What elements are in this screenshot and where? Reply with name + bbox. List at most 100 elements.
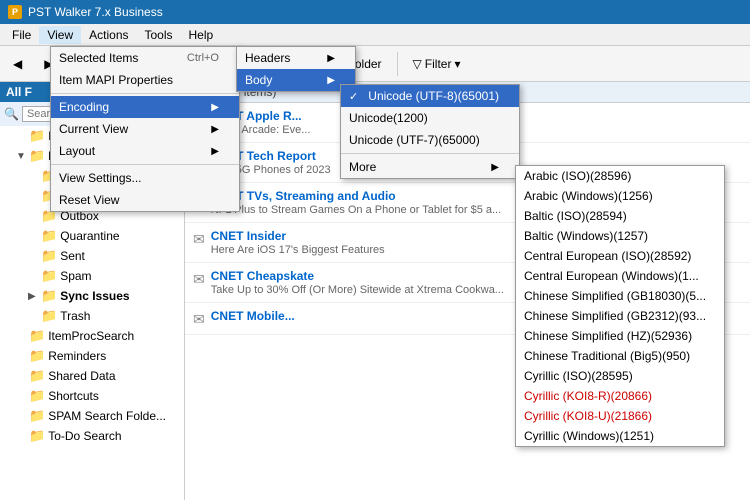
back-button[interactable]: ◀ bbox=[4, 53, 31, 75]
more-item-ce-iso[interactable]: Central European (ISO)(28592) bbox=[516, 246, 724, 266]
menu-layout[interactable]: Layout ▶ bbox=[51, 140, 239, 162]
more-item-label: Chinese Simplified (GB2312)(93... bbox=[524, 309, 706, 323]
more-item-label: Chinese Traditional (Big5)(950) bbox=[524, 349, 690, 363]
folder-icon: 📁 bbox=[29, 148, 45, 164]
unicode1200-label: Unicode(1200) bbox=[349, 111, 428, 125]
sidebar-item-shared-data[interactable]: 📁 Shared Data bbox=[0, 366, 184, 386]
more-item-label: Arabic (ISO)(28596) bbox=[524, 169, 631, 183]
app-title: PST Walker 7.x Business bbox=[28, 5, 163, 19]
sidebar-item-reminders[interactable]: 📁 Reminders bbox=[0, 346, 184, 366]
headers-label: Headers bbox=[245, 51, 290, 65]
more-item-label: Central European (ISO)(28592) bbox=[524, 249, 691, 263]
more-item-label: Baltic (ISO)(28594) bbox=[524, 209, 627, 223]
menu-actions[interactable]: Actions bbox=[81, 26, 136, 44]
menu-view-settings[interactable]: View Settings... bbox=[51, 167, 239, 189]
filter-button[interactable]: ▽ Filter ▾ bbox=[404, 53, 470, 75]
menu-bar: File View Actions Tools Help bbox=[0, 24, 750, 46]
folder-icon: 📁 bbox=[41, 268, 57, 284]
menu-utf8[interactable]: ✓ Unicode (UTF-8)(65001) bbox=[341, 85, 519, 107]
sidebar-item-spam-search[interactable]: 📁 SPAM Search Folde... bbox=[0, 406, 184, 426]
menu-body[interactable]: Body ▶ bbox=[237, 69, 355, 91]
menu-sep-1 bbox=[51, 93, 239, 94]
menu-reset-view[interactable]: Reset View bbox=[51, 189, 239, 211]
more-item-label: Cyrillic (ISO)(28595) bbox=[524, 369, 633, 383]
more-submenu[interactable]: Arabic (ISO)(28596) Arabic (Windows)(125… bbox=[515, 165, 725, 447]
filter-label: Filter bbox=[425, 57, 452, 71]
more-item-ce-win[interactable]: Central European (Windows)(1... bbox=[516, 266, 724, 286]
more-item-cyr-koi8r[interactable]: Cyrillic (KOI8-R)(20866) bbox=[516, 386, 724, 406]
more-item-cn-gb18030[interactable]: Chinese Simplified (GB18030)(5... bbox=[516, 286, 724, 306]
folder-icon: 📁 bbox=[29, 408, 45, 424]
folder-icon: 📁 bbox=[29, 348, 45, 364]
folder-icon: 📁 bbox=[41, 288, 57, 304]
folder-icon: 📁 bbox=[29, 428, 45, 444]
more-item-cn-hz[interactable]: Chinese Simplified (HZ)(52936) bbox=[516, 326, 724, 346]
utf7-label: Unicode (UTF-7)(65000) bbox=[349, 133, 480, 147]
sidebar-item-itemprocsearch[interactable]: 📁 ItemProcSearch bbox=[0, 326, 184, 346]
sidebar-item-label: SPAM Search Folde... bbox=[48, 409, 166, 423]
sidebar-item-quarantine[interactable]: 📁 Quarantine bbox=[0, 226, 184, 246]
more-item-cyr-win[interactable]: Cyrillic (Windows)(1251) bbox=[516, 426, 724, 446]
sidebar-item-label: Shared Data bbox=[48, 369, 115, 383]
more-item-cyr-iso[interactable]: Cyrillic (ISO)(28595) bbox=[516, 366, 724, 386]
expand-icon: ▶ bbox=[28, 291, 38, 302]
menu-headers[interactable]: Headers ▶ bbox=[237, 47, 355, 69]
expand-icon: ▼ bbox=[16, 151, 26, 162]
sidebar-item-sent[interactable]: 📁 Sent bbox=[0, 246, 184, 266]
submenu-arrow-icon: ▶ bbox=[327, 75, 335, 86]
menu-unicode1200[interactable]: Unicode(1200) bbox=[341, 107, 519, 129]
layout-label: Layout bbox=[59, 144, 95, 158]
folder-icon: 📁 bbox=[29, 388, 45, 404]
search-icon: 🔍 bbox=[4, 107, 19, 121]
check-icon: ✓ bbox=[349, 90, 358, 103]
sidebar-header-text: All F bbox=[6, 85, 32, 99]
more-item-baltic-win[interactable]: Baltic (Windows)(1257) bbox=[516, 226, 724, 246]
submenu-arrow-icon: ▶ bbox=[211, 146, 219, 157]
menu-help[interactable]: Help bbox=[181, 26, 222, 44]
more-item-cn-gb2312[interactable]: Chinese Simplified (GB2312)(93... bbox=[516, 306, 724, 326]
menu-view[interactable]: View bbox=[39, 26, 81, 44]
submenu-arrow-icon: ▶ bbox=[211, 124, 219, 135]
sidebar-item-label: Shortcuts bbox=[48, 389, 99, 403]
item-mapi-label: Item MAPI Properties bbox=[59, 73, 173, 87]
more-item-label: Chinese Simplified (HZ)(52936) bbox=[524, 329, 692, 343]
sidebar-item-trash[interactable]: 📁 Trash bbox=[0, 306, 184, 326]
more-item-cyr-koi8u[interactable]: Cyrillic (KOI8-U)(21866) bbox=[516, 406, 724, 426]
menu-more[interactable]: More ▶ bbox=[341, 156, 519, 178]
menu-current-view[interactable]: Current View ▶ bbox=[51, 118, 239, 140]
menu-encoding[interactable]: Encoding ▶ bbox=[51, 96, 239, 118]
sidebar-item-label: Reminders bbox=[48, 349, 106, 363]
more-item-arabic-win[interactable]: Arabic (Windows)(1256) bbox=[516, 186, 724, 206]
email-icon: ✉ bbox=[193, 311, 205, 328]
menu-tools[interactable]: Tools bbox=[137, 26, 181, 44]
submenu-arrow-icon: ▶ bbox=[327, 53, 335, 64]
more-item-baltic-iso[interactable]: Baltic (ISO)(28594) bbox=[516, 206, 724, 226]
more-item-cn-trad[interactable]: Chinese Traditional (Big5)(950) bbox=[516, 346, 724, 366]
view-menu-dropdown[interactable]: Selected Items Ctrl+O Item MAPI Properti… bbox=[50, 46, 240, 212]
app-icon: P bbox=[8, 5, 22, 19]
body-submenu[interactable]: ✓ Unicode (UTF-8)(65001) Unicode(1200) U… bbox=[340, 84, 520, 179]
more-item-label: Cyrillic (KOI8-U)(21866) bbox=[524, 409, 652, 423]
toolbar-sep-3 bbox=[397, 52, 398, 76]
more-item-label: Arabic (Windows)(1256) bbox=[524, 189, 653, 203]
sidebar-item-todo[interactable]: 📁 To-Do Search bbox=[0, 426, 184, 446]
sidebar-item-spam[interactable]: 📁 Spam bbox=[0, 266, 184, 286]
body-label: Body bbox=[245, 73, 272, 87]
menu-utf7[interactable]: Unicode (UTF-7)(65000) bbox=[341, 129, 519, 151]
more-item-label: Cyrillic (KOI8-R)(20866) bbox=[524, 389, 652, 403]
sidebar-item-label: ItemProcSearch bbox=[48, 329, 134, 343]
encoding-submenu[interactable]: Headers ▶ Body ▶ bbox=[236, 46, 356, 92]
sidebar-item-shortcuts[interactable]: 📁 Shortcuts bbox=[0, 386, 184, 406]
sidebar-item-sync-issues[interactable]: ▶ 📁 Sync Issues bbox=[0, 286, 184, 306]
sidebar-item-label: Trash bbox=[60, 309, 90, 323]
submenu-arrow-icon: ▶ bbox=[211, 102, 219, 113]
menu-selected-items[interactable]: Selected Items Ctrl+O bbox=[51, 47, 239, 69]
reset-view-label: Reset View bbox=[59, 193, 119, 207]
email-icon: ✉ bbox=[193, 231, 205, 248]
menu-item-mapi[interactable]: Item MAPI Properties bbox=[51, 69, 239, 91]
more-item-arabic-iso[interactable]: Arabic (ISO)(28596) bbox=[516, 166, 724, 186]
sidebar-item-label: To-Do Search bbox=[48, 429, 121, 443]
menu-file[interactable]: File bbox=[4, 26, 39, 44]
folder-icon: 📁 bbox=[29, 128, 45, 144]
folder-icon: 📁 bbox=[41, 248, 57, 264]
